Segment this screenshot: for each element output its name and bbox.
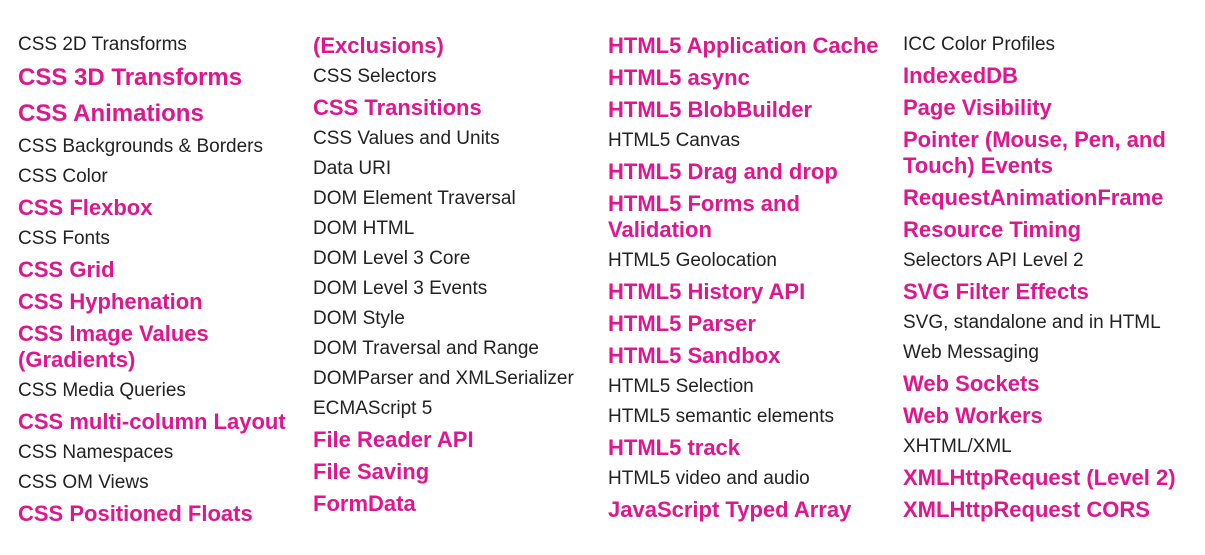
feature-item: RequestAnimationFrame (903, 185, 1164, 210)
feature-item: HTML5 video and audio (608, 468, 810, 489)
feature-column-3: HTML5 Application Cache HTML5 async HTML5 … (608, 30, 893, 526)
feature-item: Web Sockets (903, 371, 1040, 396)
feature-item: XMLHttpRequest CORS (903, 497, 1150, 522)
feature-item: CSS Namespaces (18, 442, 174, 463)
feature-list: CSS 2D Transforms CSS 3D Transforms CSS An… (0, 0, 1205, 555)
feature-item: DOM Style (313, 308, 405, 329)
feature-item: HTML5 Application Cache (608, 33, 879, 58)
feature-item: Web Messaging (903, 342, 1039, 363)
feature-item: XMLHttpRequest (Level 2) (903, 465, 1176, 490)
feature-item: HTML5 Forms and Validation (608, 191, 800, 242)
feature-item: HTML5 Geolocation (608, 250, 777, 271)
feature-item: SVG, standalone and in HTML (903, 312, 1161, 333)
feature-item: CSS Transitions (313, 95, 482, 120)
feature-item: DOM Level 3 Core (313, 248, 471, 269)
feature-column-1: CSS 2D Transforms CSS 3D Transforms CSS An… (18, 30, 303, 530)
feature-item: Page Visibility (903, 95, 1052, 120)
feature-item: CSS Backgrounds & Borders (18, 136, 264, 157)
feature-item: CSS Grid (18, 257, 115, 282)
feature-item: CSS Positioned Floats (18, 501, 253, 526)
feature-item: HTML5 async (608, 65, 750, 90)
feature-item: CSS Flexbox (18, 195, 153, 220)
feature-item: Selectors API Level 2 (903, 250, 1084, 271)
feature-item: SVG Filter Effects (903, 279, 1089, 304)
feature-item: HTML5 Drag and drop (608, 159, 838, 184)
feature-item: CSS multi-column Layout (18, 409, 286, 434)
feature-item: DOM Traversal and Range (313, 338, 539, 359)
feature-item: DOM Element Traversal (313, 188, 516, 209)
feature-item: XHTML/XML (903, 436, 1012, 457)
feature-item: HTML5 track (608, 435, 741, 460)
feature-item: CSS 2D Transforms (18, 34, 187, 55)
feature-item: HTML5 Canvas (608, 130, 740, 151)
feature-item: HTML5 BlobBuilder (608, 97, 813, 122)
feature-item: JavaScript Typed Array (608, 497, 852, 522)
feature-item: CSS Color (18, 166, 108, 187)
feature-item: Web Workers (903, 403, 1043, 428)
feature-item: HTML5 Parser (608, 311, 756, 336)
feature-item: CSS Image Values (Gradients) (18, 321, 209, 372)
feature-item: CSS Animations (18, 100, 204, 127)
feature-item: CSS OM Views (18, 472, 149, 493)
feature-item: ICC Color Profiles (903, 34, 1056, 55)
feature-item: DOMParser and XMLSerializer (313, 368, 574, 389)
feature-item: File Saving (313, 459, 430, 484)
feature-column-4: ICC Color Profiles IndexedDB Page Visibili… (903, 30, 1188, 526)
feature-item: CSS Values and Units (313, 128, 500, 149)
feature-item: HTML5 semantic elements (608, 406, 834, 427)
feature-item: CSS Media Queries (18, 380, 186, 401)
feature-item: HTML5 Selection (608, 376, 754, 397)
feature-item: DOM Level 3 Events (313, 278, 488, 299)
feature-item: DOM HTML (313, 218, 415, 239)
feature-item: CSS Hyphenation (18, 289, 203, 314)
feature-item: HTML5 Sandbox (608, 343, 781, 368)
feature-column-2: (Exclusions) CSS Selectors CSS Transitions… (313, 30, 598, 520)
feature-item: FormData (313, 491, 416, 516)
feature-item: Pointer (Mouse, Pen, and Touch) Events (903, 127, 1166, 178)
feature-item: File Reader API (313, 427, 474, 452)
feature-item: ECMAScript 5 (313, 398, 433, 419)
feature-item: Resource Timing (903, 217, 1082, 242)
feature-item: CSS Fonts (18, 228, 110, 249)
feature-item: Data URI (313, 158, 392, 179)
feature-item: (Exclusions) (313, 33, 444, 58)
feature-item: CSS Selectors (313, 66, 437, 87)
feature-item: IndexedDB (903, 63, 1018, 88)
feature-item: HTML5 History API (608, 279, 806, 304)
feature-item: CSS 3D Transforms (18, 64, 243, 91)
